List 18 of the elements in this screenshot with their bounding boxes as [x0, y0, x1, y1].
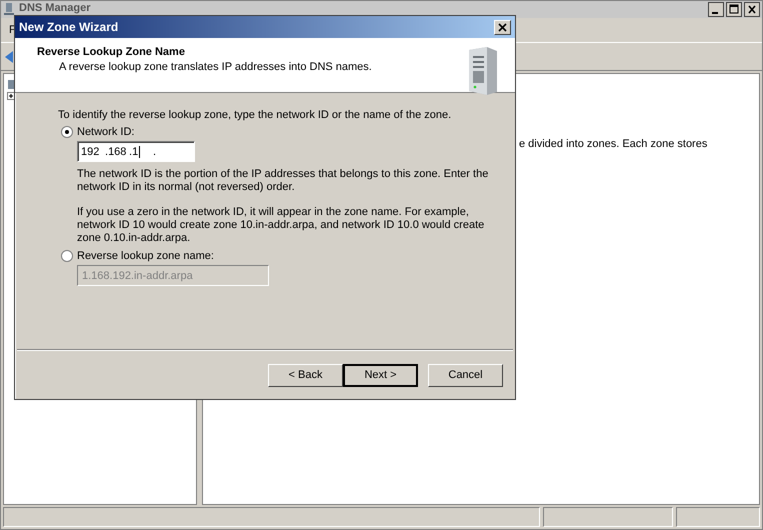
ip-address-field[interactable]: 192 .168 .1 . [77, 141, 195, 162]
instruction-text: To identify the reverse lookup zone, type the network ID or the name of the zone. [58, 109, 452, 121]
radio-label[interactable]: Network ID: [77, 126, 134, 138]
window-title: DNS Manager [19, 2, 92, 14]
page-title: Reverse Lookup Zone Name [37, 46, 186, 58]
wizard-button[interactable]: < Back [268, 364, 343, 386]
wizard-button[interactable]: Cancel [428, 364, 503, 386]
minimize-icon[interactable] [708, 2, 724, 17]
description-text: e divided into zones. Each zone stores [519, 138, 708, 150]
help-text: If you use a zero in the network ID, it will appear in the zone name. For example, network ID 10 would create zone 10.in-addr.arpa, and network ID 10.0 would create zone 0.10.in-addr.arpa. [77, 206, 486, 245]
page-subtitle: A reverse lookup zone translates IP addresses into DNS names. [58, 61, 372, 73]
help-text: The network ID is the portion of the IP addresses that belongs to this zone. Enter the network ID in its normal (not reversed) order. [77, 168, 490, 194]
wizard-button[interactable]: Next > [343, 364, 418, 386]
close-icon[interactable] [744, 2, 760, 17]
radio-button[interactable] [61, 126, 73, 138]
maximize-icon[interactable] [726, 2, 742, 17]
expand-icon[interactable] [7, 92, 15, 100]
dialog-title: New Zone Wizard [19, 20, 118, 34]
